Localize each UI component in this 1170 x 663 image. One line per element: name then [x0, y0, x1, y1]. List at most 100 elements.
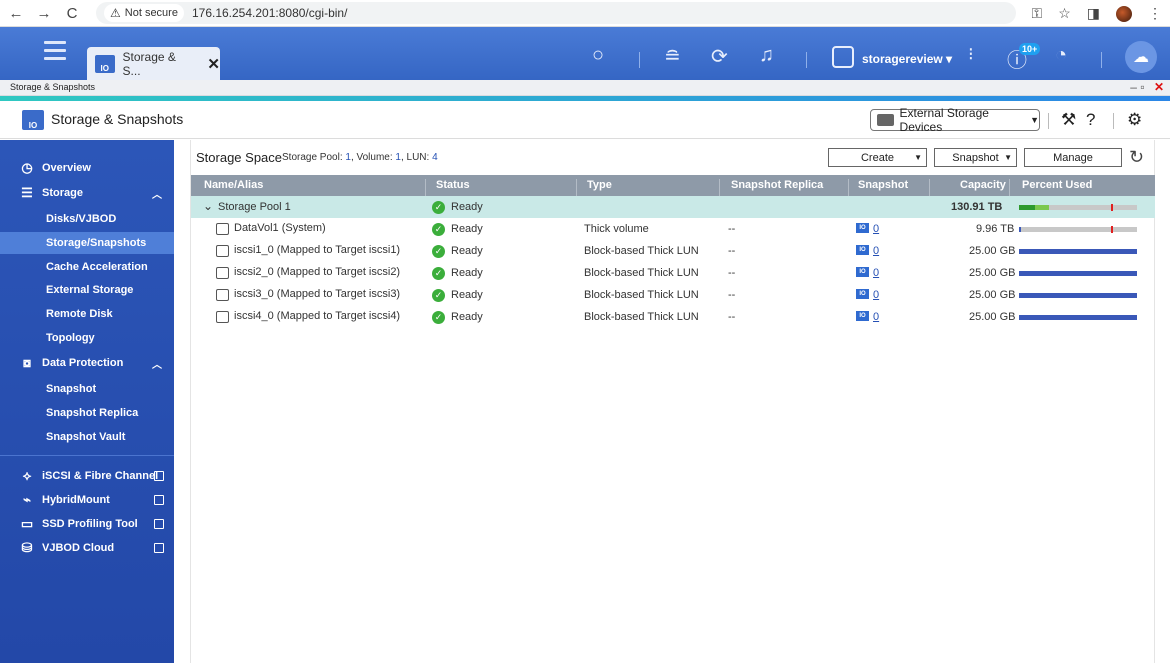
minimize-button[interactable]: –	[1130, 80, 1137, 94]
status-text: Ready	[451, 311, 483, 323]
chevron-up-icon: ︿	[152, 189, 162, 201]
background-tasks-icon[interactable]: ≘	[664, 44, 681, 69]
sidebar-item-label: Data Protection	[42, 357, 124, 369]
column-header[interactable]: Capacity	[960, 179, 1006, 191]
table-row[interactable]: iscsi2_0 (Mapped to Target iscsi2) ✓ Rea…	[191, 262, 1155, 284]
app-tab-label: Storage & S...	[122, 49, 176, 78]
pool-name: Storage Pool 1	[218, 201, 291, 213]
external-link-icon	[154, 519, 164, 529]
main-menu-icon[interactable]	[44, 41, 66, 65]
sidebar-item-storage[interactable]: ☰ Storage ︿	[0, 182, 174, 204]
table-header: Name/Alias Status Type Snapshot Replica …	[191, 175, 1155, 200]
sidebar-item-vjbod-cloud[interactable]: ⛁ VJBOD Cloud	[0, 537, 174, 559]
column-header[interactable]: Status	[436, 179, 470, 191]
restore-button[interactable]: ▫	[1140, 80, 1144, 94]
snapshot-icon: IO	[856, 311, 869, 321]
table-row[interactable]: iscsi4_0 (Mapped to Target iscsi4) ✓ Rea…	[191, 306, 1155, 328]
sidebar-item-data-protection[interactable]: ⧇ Data Protection ︿	[0, 352, 174, 374]
snapshot-icon: IO	[856, 289, 869, 299]
type-text: Thick volume	[584, 223, 649, 235]
column-header[interactable]: Name/Alias	[204, 179, 263, 191]
iscsi-icon: ⟡	[22, 468, 32, 483]
sidebar-item-storage-snapshots[interactable]: Storage/Snapshots	[0, 232, 174, 254]
close-icon[interactable]: ✕	[207, 55, 220, 73]
cloud-icon[interactable]: ☁	[1125, 41, 1157, 73]
menu-icon[interactable]: ⋮	[1148, 5, 1162, 22]
table-row[interactable]: iscsi3_0 (Mapped to Target iscsi3) ✓ Rea…	[191, 284, 1155, 306]
column-header[interactable]: Percent Used	[1022, 179, 1092, 191]
sidebar-item-label: iSCSI & Fibre Channel	[42, 470, 159, 482]
sync-icon[interactable]: ⟳	[711, 44, 728, 69]
sidebar-item-snapshot-vault[interactable]: Snapshot Vault	[0, 426, 174, 448]
external-link-icon	[154, 543, 164, 553]
threshold-marker	[1111, 226, 1113, 233]
sidebar-item-hybridmount[interactable]: ⌁ HybridMount	[0, 489, 174, 511]
snapshot-count-link[interactable]: 0	[873, 245, 879, 257]
dashboard-gauge-icon[interactable]: ◔	[1055, 44, 1067, 67]
sidebar-item-overview[interactable]: ◷ Overview	[0, 157, 174, 179]
sidebar-item-topology[interactable]: Topology	[0, 327, 174, 349]
status-text: Ready	[451, 245, 483, 257]
percent-used-bar	[1019, 226, 1137, 233]
capacity: 25.00 GB	[969, 267, 1016, 279]
user-icon[interactable]	[832, 46, 854, 68]
more-options-icon[interactable]: ⁝	[968, 44, 974, 65]
sidebar-item-disks[interactable]: Disks/VJBOD	[0, 208, 174, 230]
column-header[interactable]: Snapshot	[858, 179, 908, 191]
sidebar-item-remote-disk[interactable]: Remote Disk	[0, 303, 174, 325]
window-title: Storage & Snapshots	[10, 82, 96, 92]
sidebar-item-snapshot-replica[interactable]: Snapshot Replica	[0, 402, 174, 424]
manage-button[interactable]: Manage	[1024, 148, 1122, 167]
chevron-down-icon[interactable]: ⌄	[203, 199, 213, 213]
sidebar-icon[interactable]: ◨	[1087, 5, 1100, 22]
snapshot-count-link[interactable]: 0	[873, 289, 879, 301]
sidebar-item-cache-acceleration[interactable]: Cache Acceleration	[0, 256, 174, 278]
search-icon[interactable]: ○	[592, 44, 604, 67]
table-row[interactable]: DataVol1 (System) ✓ Ready Thick volume -…	[191, 218, 1155, 240]
url-text[interactable]: 176.16.254.201:8080/cgi-bin/	[192, 6, 347, 20]
forward-button[interactable]: →	[32, 5, 56, 22]
tools-icon[interactable]: ⚒	[1061, 110, 1076, 130]
sidebar-item-ssd-profiling[interactable]: ▭ SSD Profiling Tool	[0, 513, 174, 535]
refresh-icon[interactable]: ↻	[1129, 147, 1144, 168]
percent-used-bar	[1019, 204, 1137, 211]
star-icon[interactable]: ☆	[1058, 5, 1071, 22]
reload-button[interactable]: C	[60, 5, 84, 22]
sidebar-item-snapshot[interactable]: Snapshot	[0, 378, 174, 400]
column-header[interactable]: Type	[587, 179, 612, 191]
divider	[806, 52, 807, 68]
table-row[interactable]: iscsi1_0 (Mapped to Target iscsi1) ✓ Rea…	[191, 240, 1155, 262]
capacity: 25.00 GB	[969, 245, 1016, 257]
bell-icon[interactable]: ♫	[759, 44, 774, 67]
security-chip[interactable]: ⚠ Not secure	[104, 4, 184, 22]
external-storage-devices-button[interactable]: External Storage Devices ▼	[870, 106, 1040, 134]
avatar[interactable]	[1116, 5, 1132, 22]
close-window-button[interactable]: ✕	[1154, 80, 1164, 94]
threshold-marker	[1111, 204, 1113, 211]
back-button[interactable]: ←	[4, 5, 28, 22]
lun-icon	[216, 311, 229, 323]
key-icon[interactable]: ⚿	[1032, 5, 1043, 22]
column-header[interactable]: Snapshot Replica	[731, 179, 823, 191]
check-icon: ✓	[432, 311, 445, 324]
snapshot-count-link[interactable]: 0	[873, 267, 879, 279]
help-icon[interactable]: ?	[1086, 110, 1095, 130]
table-row[interactable]: ⌄ Storage Pool 1 ✓ Ready 130.91 TB	[191, 196, 1155, 218]
lun-icon	[216, 267, 229, 279]
storage-app-icon: IO	[95, 54, 115, 73]
create-button[interactable]: Create ▼	[828, 148, 927, 167]
check-icon: ✓	[432, 289, 445, 302]
storage-summary: Storage Pool: 1, Volume: 1, LUN: 4	[282, 152, 438, 163]
gear-icon[interactable]: ⚙	[1127, 110, 1142, 130]
snapshot-count-link[interactable]: 0	[873, 223, 879, 235]
address-bar[interactable]: ⚠ Not secure 176.16.254.201:8080/cgi-bin…	[96, 2, 1016, 24]
replica-text: --	[728, 267, 736, 279]
snapshot-count-link[interactable]: 0	[873, 311, 879, 323]
user-menu[interactable]: storagereview ▾	[862, 52, 952, 66]
snapshot-button[interactable]: Snapshot ▼	[934, 148, 1017, 167]
app-tab-storage[interactable]: IO Storage & S... ✕	[87, 47, 220, 80]
sidebar-item-iscsi[interactable]: ⟡ iSCSI & Fibre Channel	[0, 465, 174, 487]
lun-icon	[216, 245, 229, 257]
type-text: Block-based Thick LUN	[584, 289, 699, 301]
sidebar-item-external-storage[interactable]: External Storage	[0, 279, 174, 301]
